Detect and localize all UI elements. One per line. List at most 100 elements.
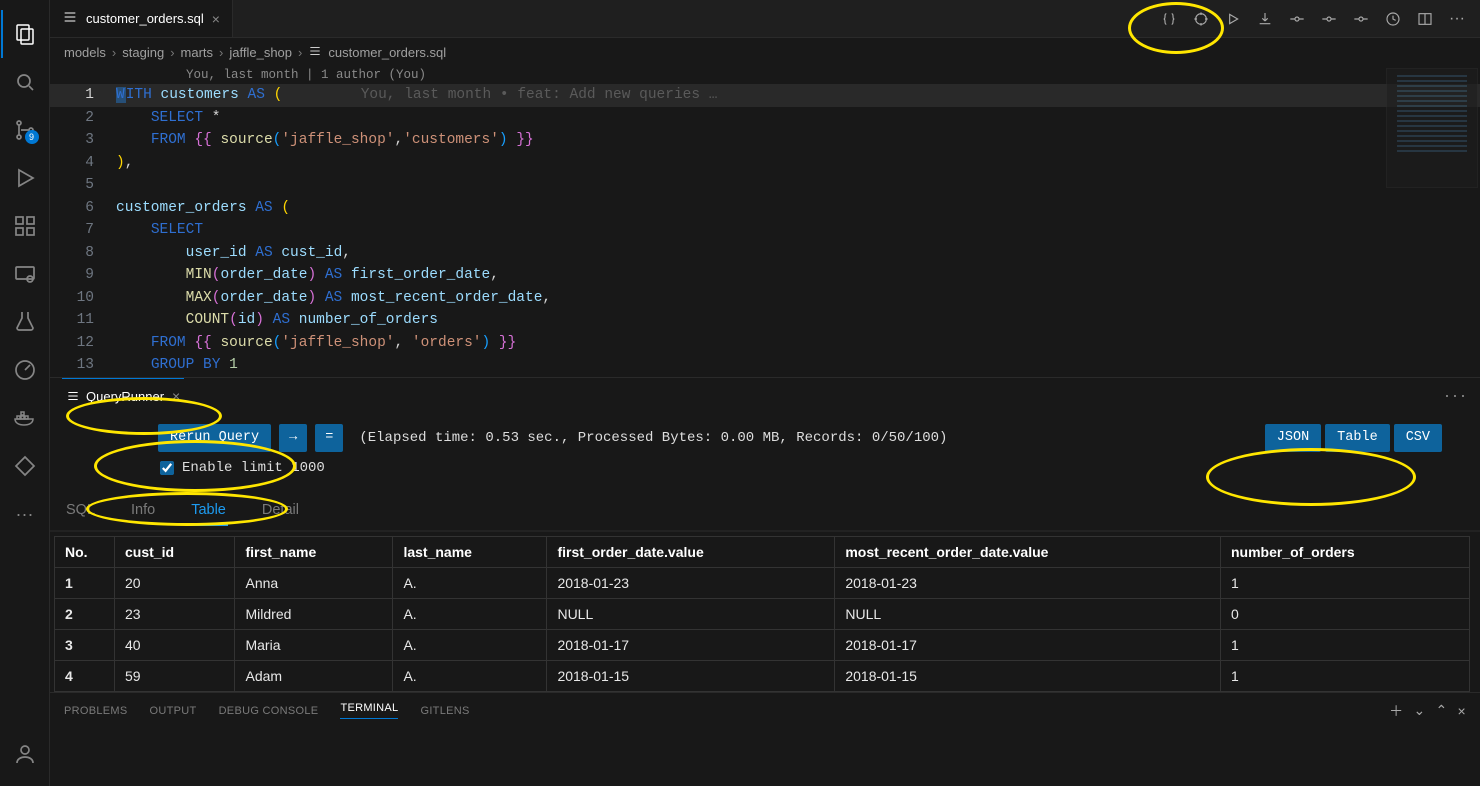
line-number: 3 bbox=[50, 129, 116, 152]
line-number: 11 bbox=[50, 309, 116, 332]
download-icon[interactable] bbox=[1252, 6, 1278, 32]
panel-more-icon[interactable]: ··· bbox=[1444, 385, 1468, 406]
format-json-button[interactable]: JSON bbox=[1265, 424, 1321, 452]
result-view-tabs: SQL Info Table Detail bbox=[50, 486, 1480, 532]
col-first-name[interactable]: first_name bbox=[235, 536, 393, 567]
commit-icon-3[interactable] bbox=[1348, 6, 1374, 32]
git-inline-blame: You, last month • feat: Add new queries … bbox=[361, 87, 718, 103]
editor-actions: ··· bbox=[1156, 6, 1480, 32]
tab-debug-console[interactable]: DEBUG CONSOLE bbox=[219, 705, 319, 717]
target-icon[interactable] bbox=[1188, 6, 1214, 32]
search-icon[interactable] bbox=[1, 58, 49, 106]
tab-gitlens[interactable]: GITLENS bbox=[420, 705, 469, 717]
breadcrumb-item[interactable]: customer_orders.sql bbox=[328, 45, 446, 60]
terminal-dropdown-icon[interactable]: ⌄ bbox=[1413, 702, 1425, 719]
editor-tab-row: customer_orders.sql × ··· bbox=[50, 0, 1480, 38]
file-icon bbox=[62, 9, 78, 28]
enable-limit-label: Enable limit 1000 bbox=[182, 460, 325, 476]
tab-terminal[interactable]: TERMINAL bbox=[340, 702, 398, 719]
docker-icon[interactable] bbox=[1, 394, 49, 442]
remote-icon[interactable] bbox=[1, 250, 49, 298]
line-number: 2 bbox=[50, 107, 116, 130]
panel-tab-label: QueryRunner bbox=[86, 389, 164, 404]
close-panel-icon[interactable]: × bbox=[1458, 703, 1466, 719]
speed-icon[interactable] bbox=[1, 346, 49, 394]
line-number: 10 bbox=[50, 287, 116, 310]
col-recent-order[interactable]: most_recent_order_date.value bbox=[835, 536, 1221, 567]
col-no[interactable]: No. bbox=[55, 536, 115, 567]
tab-output[interactable]: OUTPUT bbox=[150, 705, 197, 717]
minimap[interactable] bbox=[1386, 68, 1478, 188]
codelens[interactable]: You, last month | 1 author (You) bbox=[50, 66, 1480, 84]
table-row[interactable]: 4 59 Adam A. 2018-01-15 2018-01-15 1 bbox=[55, 660, 1470, 691]
col-first-order[interactable]: first_order_date.value bbox=[547, 536, 835, 567]
results-table-wrap: No. cust_id first_name last_name first_o… bbox=[54, 536, 1476, 692]
breadcrumb-item[interactable]: models bbox=[64, 45, 106, 60]
tab-sql[interactable]: SQL bbox=[64, 496, 97, 524]
table-row[interactable]: 1 20 Anna A. 2018-01-23 2018-01-23 1 bbox=[55, 567, 1470, 598]
breadcrumb-item[interactable]: staging bbox=[122, 45, 164, 60]
split-icon[interactable] bbox=[1412, 6, 1438, 32]
cloud-icon[interactable] bbox=[1, 442, 49, 490]
commit-icon-2[interactable] bbox=[1316, 6, 1342, 32]
main-column: customer_orders.sql × ··· models› stagin… bbox=[50, 0, 1480, 786]
source-control-icon[interactable]: 9 bbox=[1, 106, 49, 154]
file-icon bbox=[308, 44, 322, 61]
line-number: 7 bbox=[50, 219, 116, 242]
line-number: 1 bbox=[50, 84, 116, 107]
col-cust-id[interactable]: cust_id bbox=[115, 536, 235, 567]
line-number: 8 bbox=[50, 242, 116, 265]
more-icon[interactable]: ··· bbox=[1, 490, 49, 538]
table-header-row: No. cust_id first_name last_name first_o… bbox=[55, 536, 1470, 567]
line-number: 6 bbox=[50, 197, 116, 220]
query-controls: Rerun Query → = (Elapsed time: 0.53 sec.… bbox=[50, 414, 1480, 458]
tab-filename: customer_orders.sql bbox=[86, 11, 204, 26]
close-icon[interactable]: × bbox=[212, 11, 220, 27]
panel-tabs: QueryRunner × ··· bbox=[50, 378, 1480, 414]
tab-problems[interactable]: PROBLEMS bbox=[64, 705, 128, 717]
activity-bar: 9 ··· bbox=[0, 0, 50, 786]
query-runner-panel: QueryRunner × ··· Rerun Query → = (Elaps… bbox=[50, 377, 1480, 786]
line-number: 5 bbox=[50, 174, 116, 197]
breadcrumb[interactable]: models› staging› marts› jaffle_shop› cus… bbox=[50, 38, 1480, 66]
equals-button[interactable]: = bbox=[315, 424, 343, 452]
close-icon[interactable]: × bbox=[172, 388, 180, 404]
panel-tab-queryrunner[interactable]: QueryRunner × bbox=[62, 378, 184, 414]
line-number: 13 bbox=[50, 354, 116, 377]
accounts-icon[interactable] bbox=[1, 730, 49, 778]
commit-icon[interactable] bbox=[1284, 6, 1310, 32]
rerun-query-button[interactable]: Rerun Query bbox=[158, 424, 271, 452]
editor-tab[interactable]: customer_orders.sql × bbox=[50, 0, 233, 37]
source-control-badge: 9 bbox=[25, 130, 39, 144]
enable-limit-row: Enable limit 1000 bbox=[50, 458, 1480, 486]
next-button[interactable]: → bbox=[279, 424, 307, 452]
more-actions-icon[interactable]: ··· bbox=[1444, 6, 1470, 32]
format-csv-button[interactable]: CSV bbox=[1394, 424, 1442, 452]
table-row[interactable]: 3 40 Maria A. 2018-01-17 2018-01-17 1 bbox=[55, 629, 1470, 660]
tab-info[interactable]: Info bbox=[129, 496, 157, 524]
breadcrumb-item[interactable]: marts bbox=[181, 45, 214, 60]
line-number: 12 bbox=[50, 332, 116, 355]
explorer-icon[interactable] bbox=[1, 10, 49, 58]
query-status: (Elapsed time: 0.53 sec., Processed Byte… bbox=[359, 430, 947, 446]
extensions-icon[interactable] bbox=[1, 202, 49, 250]
maximize-icon[interactable]: ⌃ bbox=[1435, 702, 1447, 719]
enable-limit-checkbox[interactable] bbox=[160, 461, 174, 475]
new-terminal-icon[interactable]: ＋ bbox=[1389, 701, 1403, 721]
beaker-icon[interactable] bbox=[1, 298, 49, 346]
line-number: 9 bbox=[50, 264, 116, 287]
run-debug-icon[interactable] bbox=[1, 154, 49, 202]
tab-table[interactable]: Table bbox=[189, 496, 228, 526]
history-icon[interactable] bbox=[1380, 6, 1406, 32]
terminal-tabs: PROBLEMS OUTPUT DEBUG CONSOLE TERMINAL G… bbox=[50, 692, 1480, 721]
table-row[interactable]: 2 23 Mildred A. NULL NULL 0 bbox=[55, 598, 1470, 629]
col-num-orders[interactable]: number_of_orders bbox=[1220, 536, 1469, 567]
tab-detail[interactable]: Detail bbox=[260, 496, 301, 524]
breadcrumb-item[interactable]: jaffle_shop bbox=[229, 45, 292, 60]
run-icon[interactable] bbox=[1220, 6, 1246, 32]
line-number: 4 bbox=[50, 152, 116, 175]
editor[interactable]: You, last month | 1 author (You) 1WITH c… bbox=[50, 66, 1480, 377]
preview-brace-icon[interactable] bbox=[1156, 6, 1182, 32]
format-table-button[interactable]: Table bbox=[1325, 424, 1390, 452]
col-last-name[interactable]: last_name bbox=[393, 536, 547, 567]
